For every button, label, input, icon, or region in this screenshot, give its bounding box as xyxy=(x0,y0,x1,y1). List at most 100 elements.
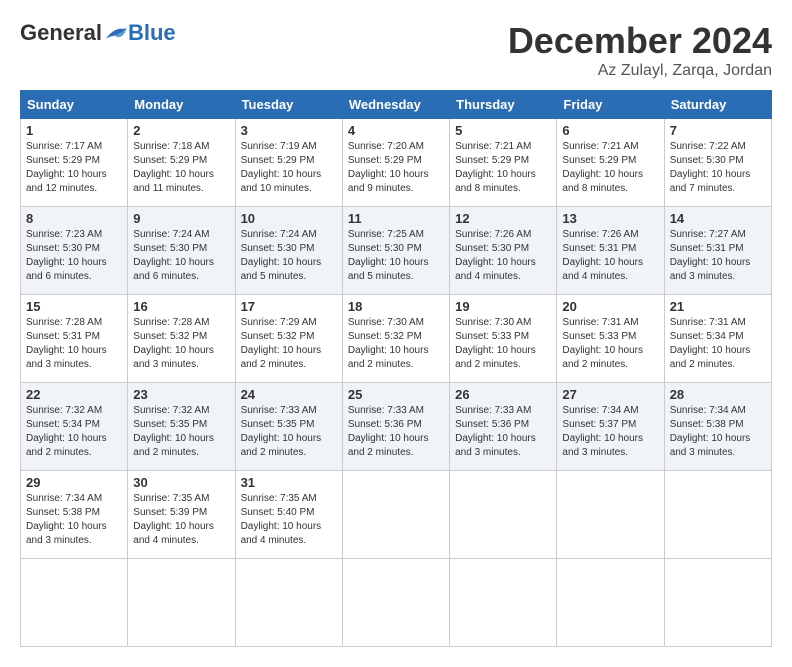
day-number: 22 xyxy=(26,387,122,402)
month-title: December 2024 xyxy=(508,20,772,62)
calendar-cell: 27 Sunrise: 7:34 AMSunset: 5:37 PMDayligh… xyxy=(557,383,664,471)
calendar-cell: 29Sunrise: 7:34 AMSunset: 5:38 PMDayligh… xyxy=(21,471,128,559)
logo: General Blue xyxy=(20,20,176,46)
calendar-cell: 12 Sunrise: 7:26 AMSunset: 5:30 PMDayligh… xyxy=(450,207,557,295)
calendar-row: 1Sunrise: 7:17 AMSunset: 5:29 PMDaylight… xyxy=(21,119,772,207)
calendar-table: Sunday Monday Tuesday Wednesday Thursday… xyxy=(20,90,772,647)
day-info: Sunrise: 7:26 AMSunset: 5:30 PMDaylight:… xyxy=(455,228,551,284)
day-info: Sunrise: 7:24 AMSunset: 5:30 PMDaylight:… xyxy=(241,228,337,284)
col-friday: Friday xyxy=(557,91,664,119)
calendar-cell: 3Sunrise: 7:19 AMSunset: 5:29 PMDaylight… xyxy=(235,119,342,207)
day-info: Sunrise: 7:25 AMSunset: 5:30 PMDaylight:… xyxy=(348,228,444,284)
day-info: Sunrise: 7:33 AMSunset: 5:36 PMDaylight:… xyxy=(348,404,444,460)
calendar-row: 29Sunrise: 7:34 AMSunset: 5:38 PMDayligh… xyxy=(21,471,772,559)
col-tuesday: Tuesday xyxy=(235,91,342,119)
calendar-cell xyxy=(664,559,771,647)
calendar-cell xyxy=(664,471,771,559)
calendar-cell: 21Sunrise: 7:31 AMSunset: 5:34 PMDayligh… xyxy=(664,295,771,383)
calendar-cell: 9Sunrise: 7:24 AMSunset: 5:30 PMDaylight… xyxy=(128,207,235,295)
day-number: 28 xyxy=(670,387,766,402)
day-number: 10 xyxy=(241,211,337,226)
calendar-row: 15Sunrise: 7:28 AMSunset: 5:31 PMDayligh… xyxy=(21,295,772,383)
calendar-cell: 30Sunrise: 7:35 AMSunset: 5:39 PMDayligh… xyxy=(128,471,235,559)
col-wednesday: Wednesday xyxy=(342,91,449,119)
header: General Blue December 2024 Az Zulayl, Za… xyxy=(20,20,772,80)
calendar-cell: 8 Sunrise: 7:23 AMSunset: 5:30 PMDaylight… xyxy=(21,207,128,295)
calendar-cell xyxy=(450,471,557,559)
day-number: 16 xyxy=(133,299,229,314)
day-number: 11 xyxy=(348,211,444,226)
logo-general: General xyxy=(20,20,102,46)
day-number: 23 xyxy=(133,387,229,402)
calendar-cell: 6Sunrise: 7:21 AMSunset: 5:29 PMDaylight… xyxy=(557,119,664,207)
calendar-cell: 24Sunrise: 7:33 AMSunset: 5:35 PMDayligh… xyxy=(235,383,342,471)
calendar-cell xyxy=(557,471,664,559)
day-info: Sunrise: 7:31 AMSunset: 5:33 PMDaylight:… xyxy=(562,316,658,372)
day-number: 20 xyxy=(562,299,658,314)
day-number: 17 xyxy=(241,299,337,314)
calendar-cell: 28 Sunrise: 7:34 AMSunset: 5:38 PMDayligh… xyxy=(664,383,771,471)
calendar-cell: 23 Sunrise: 7:32 AMSunset: 5:35 PMDayligh… xyxy=(128,383,235,471)
calendar-cell: 20 Sunrise: 7:31 AMSunset: 5:33 PMDayligh… xyxy=(557,295,664,383)
day-info: Sunrise: 7:23 AMSunset: 5:30 PMDaylight:… xyxy=(26,228,122,284)
day-number: 19 xyxy=(455,299,551,314)
day-info: Sunrise: 7:32 AMSunset: 5:35 PMDaylight:… xyxy=(133,404,229,460)
calendar-cell xyxy=(21,559,128,647)
calendar-cell: 1Sunrise: 7:17 AMSunset: 5:29 PMDaylight… xyxy=(21,119,128,207)
calendar-cell xyxy=(557,559,664,647)
calendar-row: 22Sunrise: 7:32 AMSunset: 5:34 PMDayligh… xyxy=(21,383,772,471)
day-number: 29 xyxy=(26,475,122,490)
day-info: Sunrise: 7:21 AMSunset: 5:29 PMDaylight:… xyxy=(455,140,551,196)
day-number: 25 xyxy=(348,387,444,402)
col-thursday: Thursday xyxy=(450,91,557,119)
day-info: Sunrise: 7:35 AMSunset: 5:40 PMDaylight:… xyxy=(241,492,337,548)
day-info: Sunrise: 7:21 AMSunset: 5:29 PMDaylight:… xyxy=(562,140,658,196)
title-area: December 2024 Az Zulayl, Zarqa, Jordan xyxy=(508,20,772,80)
day-number: 2 xyxy=(133,123,229,138)
day-number: 9 xyxy=(133,211,229,226)
calendar-cell: 31 Sunrise: 7:35 AMSunset: 5:40 PMDayligh… xyxy=(235,471,342,559)
calendar-cell: 17 Sunrise: 7:29 AMSunset: 5:32 PMDayligh… xyxy=(235,295,342,383)
day-number: 3 xyxy=(241,123,337,138)
calendar-header-row: Sunday Monday Tuesday Wednesday Thursday… xyxy=(21,91,772,119)
calendar-cell: 19 Sunrise: 7:30 AMSunset: 5:33 PMDayligh… xyxy=(450,295,557,383)
day-number: 8 xyxy=(26,211,122,226)
day-info: Sunrise: 7:31 AMSunset: 5:34 PMDaylight:… xyxy=(670,316,766,372)
day-info: Sunrise: 7:28 AMSunset: 5:32 PMDaylight:… xyxy=(133,316,229,372)
logo-bird-icon xyxy=(104,24,128,42)
day-info: Sunrise: 7:29 AMSunset: 5:32 PMDaylight:… xyxy=(241,316,337,372)
calendar-cell: 18Sunrise: 7:30 AMSunset: 5:32 PMDayligh… xyxy=(342,295,449,383)
calendar-cell: 22Sunrise: 7:32 AMSunset: 5:34 PMDayligh… xyxy=(21,383,128,471)
day-number: 26 xyxy=(455,387,551,402)
logo-blue: Blue xyxy=(128,20,176,46)
day-number: 27 xyxy=(562,387,658,402)
col-monday: Monday xyxy=(128,91,235,119)
calendar-cell: 14Sunrise: 7:27 AMSunset: 5:31 PMDayligh… xyxy=(664,207,771,295)
day-info: Sunrise: 7:34 AMSunset: 5:38 PMDaylight:… xyxy=(670,404,766,460)
day-info: Sunrise: 7:30 AMSunset: 5:33 PMDaylight:… xyxy=(455,316,551,372)
calendar-cell xyxy=(342,559,449,647)
day-info: Sunrise: 7:27 AMSunset: 5:31 PMDaylight:… xyxy=(670,228,766,284)
calendar-cell: 10 Sunrise: 7:24 AMSunset: 5:30 PMDayligh… xyxy=(235,207,342,295)
calendar-cell: 4 Sunrise: 7:20 AMSunset: 5:29 PMDaylight… xyxy=(342,119,449,207)
location: Az Zulayl, Zarqa, Jordan xyxy=(508,62,772,80)
day-info: Sunrise: 7:34 AMSunset: 5:37 PMDaylight:… xyxy=(562,404,658,460)
calendar-cell: 16 Sunrise: 7:28 AMSunset: 5:32 PMDayligh… xyxy=(128,295,235,383)
calendar-cell: 25 Sunrise: 7:33 AMSunset: 5:36 PMDayligh… xyxy=(342,383,449,471)
calendar-cell xyxy=(450,559,557,647)
day-info: Sunrise: 7:30 AMSunset: 5:32 PMDaylight:… xyxy=(348,316,444,372)
day-info: Sunrise: 7:33 AMSunset: 5:35 PMDaylight:… xyxy=(241,404,337,460)
calendar-cell: 5Sunrise: 7:21 AMSunset: 5:29 PMDaylight… xyxy=(450,119,557,207)
day-number: 4 xyxy=(348,123,444,138)
day-number: 12 xyxy=(455,211,551,226)
day-number: 31 xyxy=(241,475,337,490)
calendar-cell: 7Sunrise: 7:22 AMSunset: 5:30 PMDaylight… xyxy=(664,119,771,207)
col-saturday: Saturday xyxy=(664,91,771,119)
day-info: Sunrise: 7:20 AMSunset: 5:29 PMDaylight:… xyxy=(348,140,444,196)
day-info: Sunrise: 7:28 AMSunset: 5:31 PMDaylight:… xyxy=(26,316,122,372)
day-info: Sunrise: 7:18 AMSunset: 5:29 PMDaylight:… xyxy=(133,140,229,196)
day-number: 13 xyxy=(562,211,658,226)
day-info: Sunrise: 7:33 AMSunset: 5:36 PMDaylight:… xyxy=(455,404,551,460)
day-number: 30 xyxy=(133,475,229,490)
day-number: 7 xyxy=(670,123,766,138)
